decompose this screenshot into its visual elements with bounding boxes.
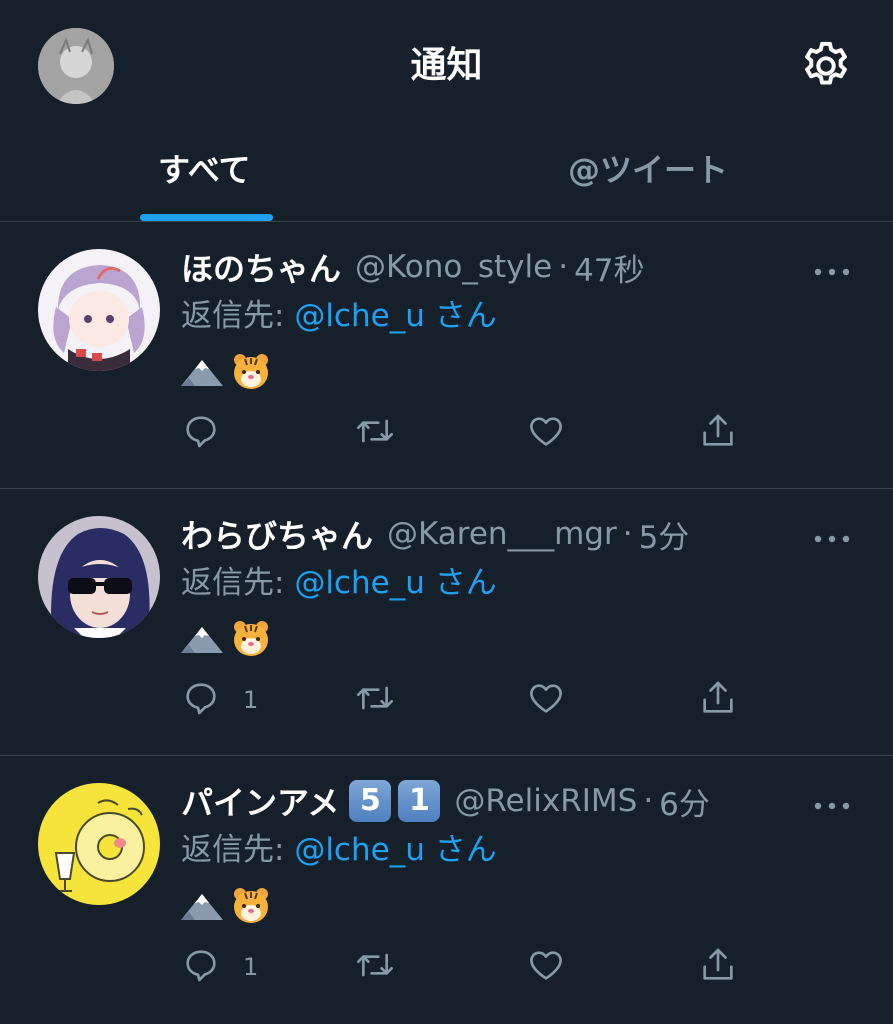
display-name[interactable]: わらびちゃん bbox=[181, 511, 373, 557]
tweet-text bbox=[181, 617, 271, 663]
like-button[interactable] bbox=[526, 410, 566, 456]
reply-count: 1 bbox=[243, 953, 259, 981]
reply-context: 返信先: @lche_u さん bbox=[181, 559, 497, 607]
reply-context: 返信先: @lche_u さん bbox=[181, 826, 497, 874]
tab-all[interactable]: すべて bbox=[158, 150, 250, 190]
mountain-icon bbox=[181, 356, 223, 390]
reply-button[interactable]: 1 bbox=[181, 944, 258, 990]
tweet-item[interactable]: ほのちゃん @Kono_style · 47秒 返信先: @lche_u さん bbox=[0, 222, 893, 489]
share-icon bbox=[698, 678, 738, 722]
tweet-actions bbox=[181, 410, 781, 456]
retweet-icon bbox=[353, 411, 397, 455]
reply-prefix: 返信先: bbox=[181, 832, 295, 868]
keycap-badge: 5 bbox=[349, 780, 392, 822]
reply-context: 返信先: @lche_u さん bbox=[181, 292, 497, 340]
tweet-item[interactable]: パインアメ 5 1 @RelixRIMS · 6分 返信先: @lche_u さ… bbox=[0, 756, 893, 1023]
tiger-face-icon bbox=[231, 351, 271, 395]
tiger-face-icon bbox=[231, 885, 271, 929]
reply-icon bbox=[181, 678, 221, 722]
active-tab-indicator bbox=[140, 214, 273, 221]
tweet-text bbox=[181, 884, 271, 930]
more-options-icon[interactable] bbox=[814, 262, 850, 276]
tweet-item[interactable]: わらびちゃん @Karen___mgr · 5分 返信先: @lche_u さん… bbox=[0, 489, 893, 756]
avatar[interactable] bbox=[38, 249, 160, 371]
tab-bar: すべて @ツイート bbox=[0, 132, 893, 222]
mountain-icon bbox=[181, 890, 223, 924]
mountain-icon bbox=[181, 623, 223, 657]
reply-icon bbox=[181, 945, 221, 989]
tweet-actions: 1 bbox=[181, 677, 781, 723]
gear-icon[interactable] bbox=[798, 38, 854, 94]
reply-suffix: さん bbox=[434, 832, 497, 868]
keycap-badge: 1 bbox=[398, 780, 441, 822]
reply-mention-link[interactable]: @lche_u bbox=[294, 565, 425, 601]
timestamp: 6分 bbox=[659, 786, 710, 823]
tweet-header: わらびちゃん @Karen___mgr · 5分 bbox=[181, 509, 689, 559]
user-handle: @Karen___mgr bbox=[387, 516, 617, 552]
display-name[interactable]: パインアメ bbox=[181, 778, 339, 824]
like-button[interactable] bbox=[526, 944, 566, 990]
separator-dot: · bbox=[643, 783, 654, 819]
retweet-icon bbox=[353, 678, 397, 722]
heart-icon bbox=[526, 678, 566, 722]
more-options-icon[interactable] bbox=[814, 529, 850, 543]
reply-prefix: 返信先: bbox=[181, 565, 295, 601]
separator-dot: · bbox=[558, 249, 569, 285]
tweet-text bbox=[181, 350, 271, 396]
share-button[interactable] bbox=[698, 677, 738, 723]
avatar[interactable] bbox=[38, 516, 160, 638]
user-handle: @Kono_style bbox=[355, 249, 553, 285]
reply-button[interactable] bbox=[181, 410, 243, 456]
heart-icon bbox=[526, 411, 566, 455]
timestamp: 5分 bbox=[638, 519, 690, 556]
share-button[interactable] bbox=[698, 410, 738, 456]
separator-dot: · bbox=[622, 516, 633, 552]
reply-suffix: さん bbox=[434, 565, 497, 601]
share-icon bbox=[698, 411, 738, 455]
page-title: 通知 bbox=[410, 45, 483, 86]
heart-icon bbox=[526, 945, 566, 989]
reply-mention-link[interactable]: @lche_u bbox=[294, 298, 425, 334]
retweet-button[interactable] bbox=[353, 944, 397, 990]
reply-suffix: さん bbox=[434, 298, 497, 334]
retweet-icon bbox=[353, 945, 397, 989]
reply-icon bbox=[181, 411, 221, 455]
retweet-button[interactable] bbox=[353, 410, 397, 456]
reply-count: 1 bbox=[243, 686, 259, 714]
like-button[interactable] bbox=[526, 677, 566, 723]
avatar[interactable] bbox=[38, 783, 160, 905]
tweet-actions: 1 bbox=[181, 944, 781, 990]
timestamp: 47秒 bbox=[574, 252, 645, 289]
tweet-header: ほのちゃん @Kono_style · 47秒 bbox=[181, 242, 645, 292]
reply-mention-link[interactable]: @lche_u bbox=[294, 832, 425, 868]
more-options-icon[interactable] bbox=[814, 796, 850, 810]
share-icon bbox=[698, 945, 738, 989]
reply-button[interactable]: 1 bbox=[181, 677, 258, 723]
tab-mentions[interactable]: @ツイート bbox=[568, 150, 728, 190]
top-bar: 通知 bbox=[0, 0, 893, 132]
display-name[interactable]: ほのちゃん bbox=[181, 244, 341, 290]
retweet-button[interactable] bbox=[353, 677, 397, 723]
user-handle: @RelixRIMS bbox=[454, 783, 638, 819]
tweet-header: パインアメ 5 1 @RelixRIMS · 6分 bbox=[181, 776, 710, 826]
share-button[interactable] bbox=[698, 944, 738, 990]
tiger-face-icon bbox=[231, 618, 271, 662]
reply-prefix: 返信先: bbox=[181, 298, 295, 334]
